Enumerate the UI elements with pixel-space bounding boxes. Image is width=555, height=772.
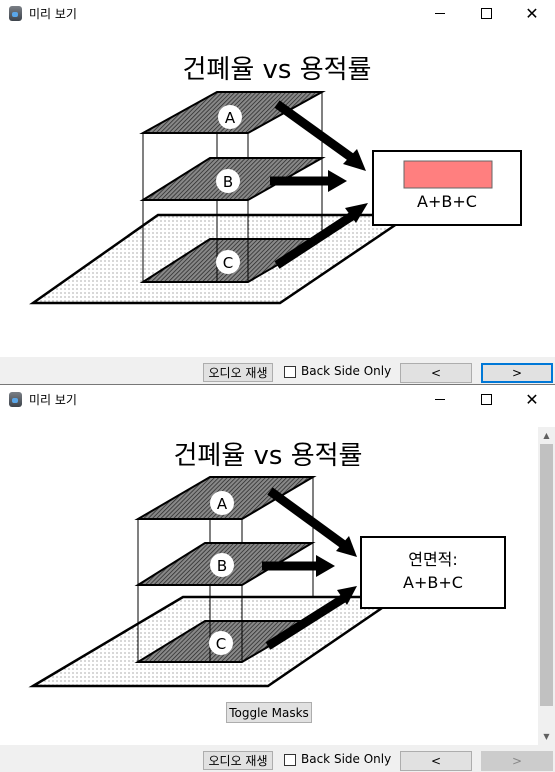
floor-c-label: C <box>216 635 226 653</box>
title-bar: 미리 보기 ✕ <box>0 0 555 27</box>
minimize-button[interactable] <box>417 386 463 413</box>
window-title: 미리 보기 <box>29 393 77 407</box>
result-label: A+B+C <box>417 192 477 211</box>
result-prefix: 연면적: <box>408 550 458 569</box>
diagram-title: 건폐율 vs 용적률 <box>174 441 363 471</box>
back-side-only-checkbox[interactable] <box>284 754 296 766</box>
card-content: 건폐율 vs 용적률 A B C <box>0 27 555 357</box>
floor-b-label: B <box>223 173 233 191</box>
minimize-button[interactable] <box>417 0 463 27</box>
prev-button[interactable]: < <box>400 363 472 383</box>
back-side-only-label[interactable]: Back Side Only <box>301 752 391 766</box>
play-audio-button[interactable]: 오디오 재생 <box>203 751 273 770</box>
diagram-title: 건폐율 vs 용적률 <box>183 55 372 85</box>
back-side-only-label[interactable]: Back Side Only <box>301 364 391 378</box>
card-content: 건폐율 vs 용적률 A B C <box>0 413 555 745</box>
app-icon <box>9 6 22 21</box>
close-icon: ✕ <box>525 389 539 409</box>
toggle-masks-button[interactable]: Toggle Masks <box>226 702 312 723</box>
floor-a-label: A <box>217 495 228 513</box>
minimize-icon <box>435 399 445 400</box>
close-button[interactable]: ✕ <box>509 386 555 413</box>
arrow-b-head <box>316 555 335 577</box>
prev-button[interactable]: < <box>400 751 472 771</box>
scroll-thumb[interactable] <box>540 444 553 706</box>
next-button[interactable]: > <box>481 751 553 771</box>
window-divider <box>0 384 555 385</box>
mask-rect[interactable] <box>403 160 493 189</box>
play-audio-button[interactable]: 오디오 재생 <box>203 363 273 382</box>
close-icon: ✕ <box>525 3 539 23</box>
next-button[interactable]: > <box>481 363 553 383</box>
bottom-bar: 오디오 재생 Back Side Only < > <box>0 357 555 385</box>
floor-c-label: C <box>223 254 233 272</box>
floor-a-label: A <box>225 109 236 127</box>
arrow-b-head <box>328 170 347 192</box>
arrow-a <box>267 487 347 549</box>
maximize-button[interactable] <box>463 0 509 27</box>
arrow-a <box>274 100 355 162</box>
result-label: A+B+C <box>403 573 463 592</box>
maximize-button[interactable] <box>463 386 509 413</box>
preview-window-1: 미리 보기 ✕ 건폐율 vs 용적률 A B C A+B+C 오디오 재생 Ba… <box>0 0 555 385</box>
vertical-scrollbar[interactable]: ▲ ▼ <box>538 427 555 745</box>
building-diagram: 건폐율 vs 용적률 A B C <box>29 55 522 305</box>
app-icon <box>9 392 22 407</box>
window-title: 미리 보기 <box>29 7 77 21</box>
bottom-bar: 오디오 재생 Back Side Only < > <box>0 745 555 772</box>
building-diagram: 건폐율 vs 용적률 A B C <box>28 441 506 688</box>
minimize-icon <box>435 13 445 14</box>
maximize-icon <box>480 8 492 19</box>
close-button[interactable]: ✕ <box>509 0 555 27</box>
floor-b-label: B <box>217 557 227 575</box>
back-side-only-checkbox[interactable] <box>284 366 296 378</box>
scroll-down-icon[interactable]: ▼ <box>538 728 555 745</box>
maximize-icon <box>480 394 492 405</box>
scroll-up-icon[interactable]: ▲ <box>538 427 555 444</box>
title-bar: 미리 보기 ✕ <box>0 386 555 413</box>
